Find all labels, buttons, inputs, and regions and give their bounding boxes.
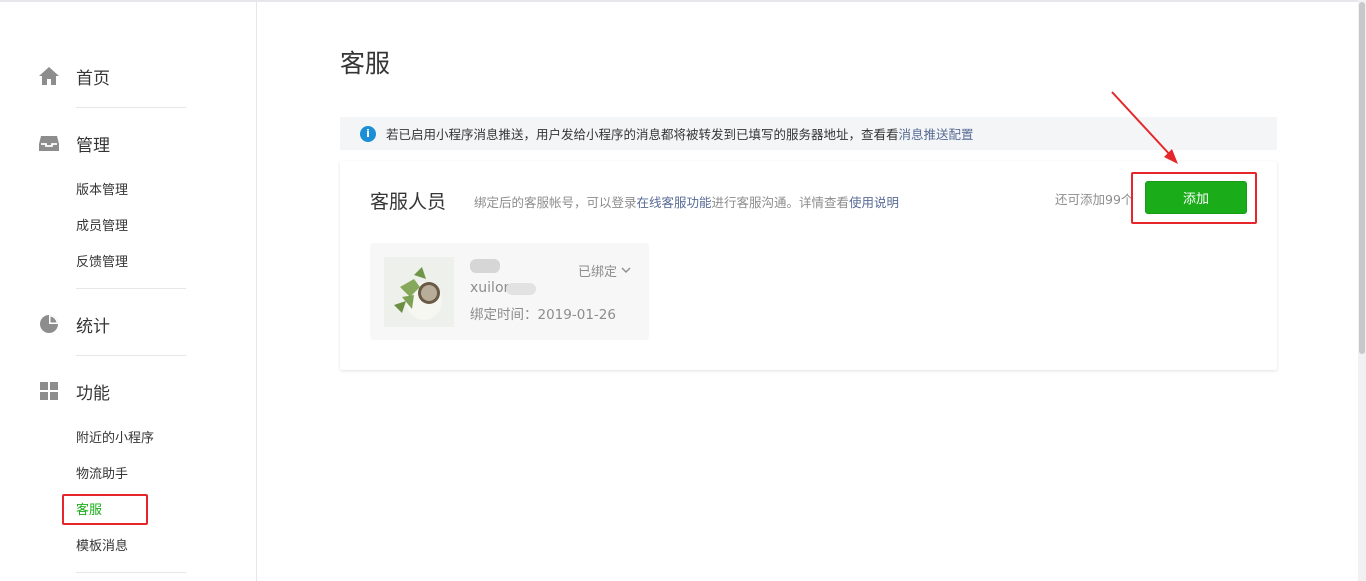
bind-status-dropdown[interactable]: 已绑定 (578, 261, 631, 280)
annotation-arrow (1111, 91, 1178, 164)
grid-icon (38, 380, 60, 402)
member-id-redacted (506, 283, 536, 295)
sidebar-item-version[interactable]: 版本管理 (76, 182, 128, 200)
bind-time: 绑定时间：2019-01-26 (470, 307, 616, 323)
divider (76, 107, 186, 108)
sidebar-item-feedback[interactable]: 反馈管理 (76, 254, 128, 272)
usage-guide-link[interactable]: 使用说明 (849, 195, 899, 210)
panel-title: 客服人员 (370, 191, 447, 213)
annotation-highlight-sidebar (62, 494, 148, 525)
customer-service-panel: 客服人员 绑定后的客服帐号，可以登录在线客服功能进行客服沟通。详情查看使用说明 … (340, 161, 1277, 370)
notice-text: 若已启用小程序消息推送，用户发给小程序的消息都将被转发到已填写的服务器地址，查看… (386, 127, 899, 142)
bind-status-label: 已绑定 (578, 265, 618, 280)
remaining-count: 还可添加99个 (1055, 192, 1134, 207)
page-title: 客服 (340, 49, 391, 78)
scrollbar[interactable] (1358, 0, 1366, 581)
divider (76, 288, 186, 289)
online-service-link[interactable]: 在线客服功能 (637, 195, 712, 210)
sidebar-item-members[interactable]: 成员管理 (76, 218, 128, 236)
sidebar-item-template-message[interactable]: 模板消息 (76, 538, 128, 556)
page: 首页 管理 版本管理 成员管理 反馈管理 统计 功能 附近的小程序 物流助手 客… (0, 2, 1358, 581)
member-name-redacted (470, 259, 500, 273)
sidebar-item-label: 管理 (76, 135, 110, 156)
sidebar-item-label: 首页 (76, 68, 110, 89)
sidebar-item-logistics[interactable]: 物流助手 (76, 466, 128, 484)
annotation-highlight-add (1131, 172, 1257, 224)
sidebar-item-label: 功能 (76, 383, 110, 404)
chevron-down-icon (621, 263, 631, 278)
sidebar-item-manage[interactable]: 管理 (38, 132, 110, 156)
panel-description: 绑定后的客服帐号，可以登录在线客服功能进行客服沟通。详情查看使用说明 (474, 192, 899, 211)
divider (76, 572, 186, 573)
notice-link[interactable]: 消息推送配置 (899, 124, 974, 143)
info-icon: i (360, 125, 376, 142)
sidebar-item-stats[interactable]: 统计 (38, 313, 110, 337)
pie-chart-icon (38, 313, 60, 335)
inbox-icon (38, 132, 60, 154)
home-icon (38, 65, 60, 87)
sidebar-item-home[interactable]: 首页 (38, 65, 110, 89)
divider (76, 355, 186, 356)
sidebar-item-nearby[interactable]: 附近的小程序 (76, 430, 154, 448)
service-member-card: xuilon 绑定时间：2019-01-26 已绑定 (370, 243, 649, 340)
sidebar-item-label: 统计 (76, 316, 110, 337)
sidebar-item-features[interactable]: 功能 (38, 380, 110, 404)
desc-prefix: 绑定后的客服帐号，可以登录 (474, 195, 637, 210)
avatar (384, 257, 454, 327)
scrollbar-thumb[interactable] (1359, 2, 1365, 354)
desc-middle: 进行客服沟通。详情查看 (711, 195, 850, 210)
